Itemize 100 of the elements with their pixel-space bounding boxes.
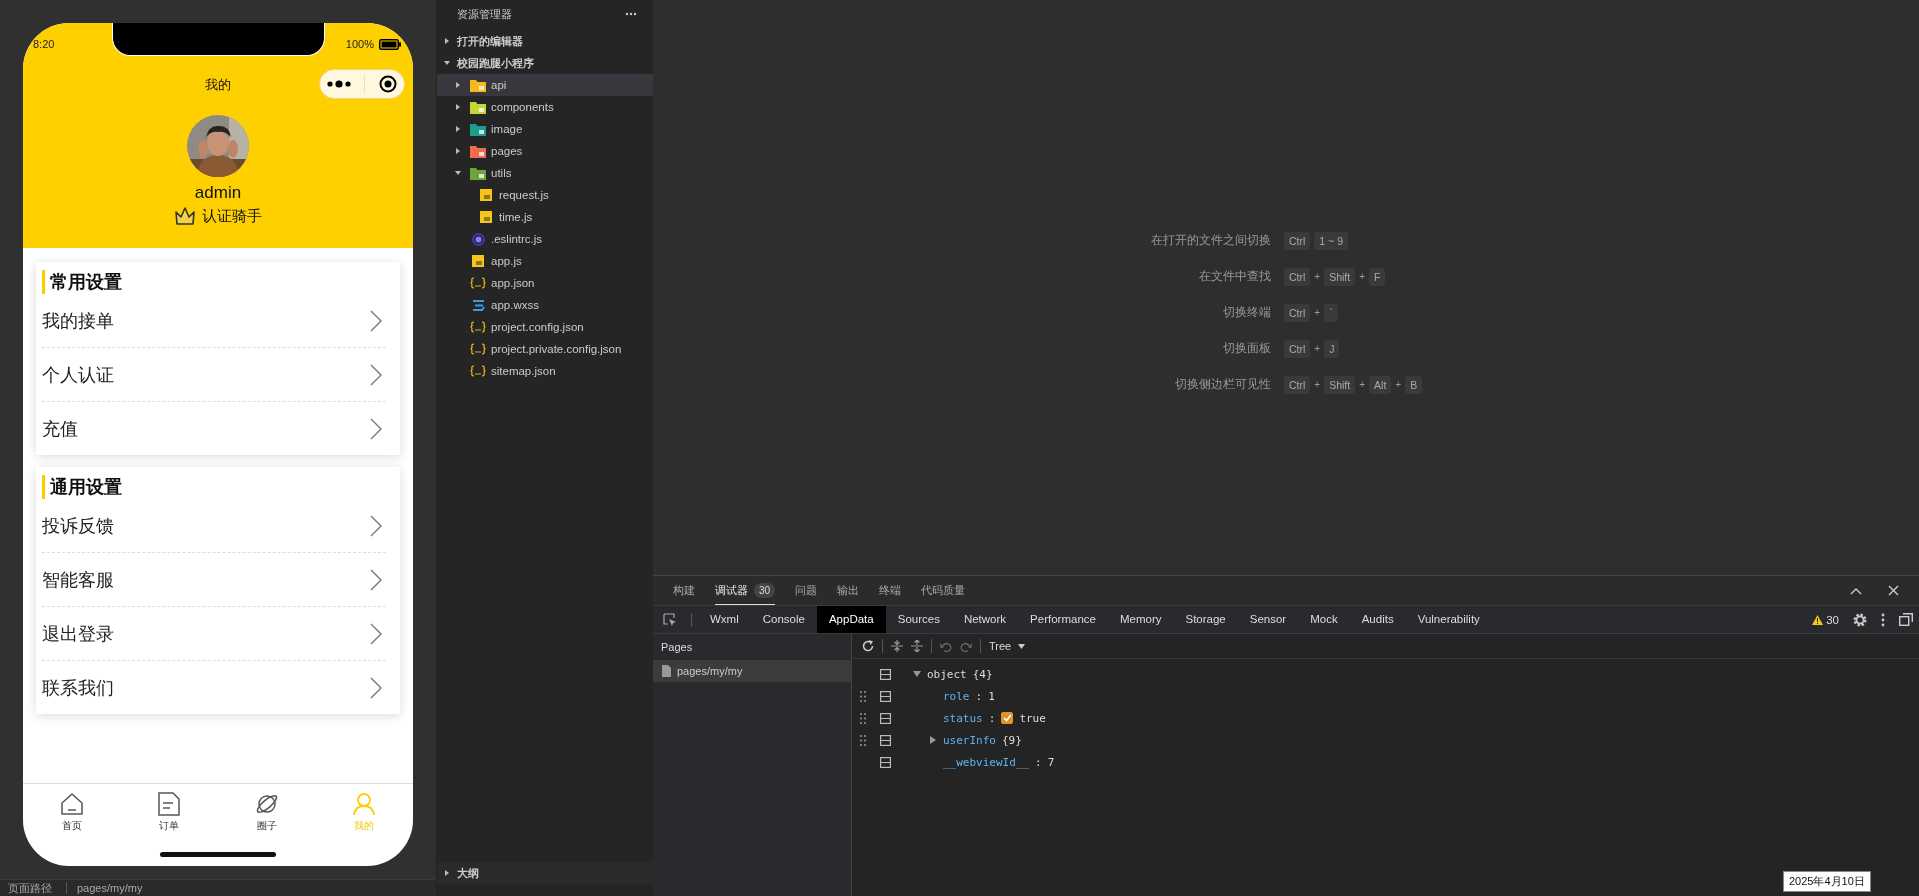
settings-icon[interactable] — [1853, 612, 1867, 627]
kebab-menu-icon[interactable] — [1881, 612, 1885, 627]
devtools-tab[interactable]: Sensor — [1237, 606, 1299, 633]
file-tree-item[interactable]: app.json — [437, 272, 653, 294]
key-cap: Shift — [1324, 267, 1356, 286]
outline-section[interactable]: 大纲 — [437, 862, 653, 884]
file-tree-item[interactable]: request.js — [437, 184, 653, 206]
key-cap: Ctrl — [1284, 303, 1311, 322]
file-tree-item[interactable]: sitemap.json — [437, 360, 653, 382]
caret-right-icon[interactable] — [444, 870, 450, 876]
close-icon[interactable] — [1888, 585, 1899, 596]
chevron-up-icon[interactable] — [1850, 586, 1862, 595]
data-value: {4} — [972, 667, 993, 681]
braces-icon — [470, 277, 486, 289]
caret-right-icon[interactable] — [444, 38, 450, 44]
menu-item[interactable]: 投诉反馈 — [42, 499, 386, 553]
expand-icon[interactable] — [891, 640, 903, 652]
undo-icon[interactable] — [940, 640, 952, 652]
data-key: userInfo — [943, 733, 996, 747]
menu-item[interactable]: 智能客服 — [42, 553, 386, 607]
drag-handle-icon[interactable] — [860, 690, 866, 702]
more-icon[interactable] — [625, 12, 637, 16]
chevron-right-icon — [370, 676, 382, 699]
caret-down-icon[interactable] — [913, 670, 921, 678]
devtools-tab[interactable]: Vulnerability — [1405, 606, 1492, 633]
page-path: pages/my/my — [66, 882, 143, 894]
row-box-icon[interactable] — [880, 668, 891, 680]
menu-item[interactable]: 我的接单 — [42, 294, 386, 348]
chevron-right-icon — [370, 309, 382, 332]
data-value: 7 — [1047, 755, 1055, 769]
devtools-tab[interactable]: Wxml — [698, 606, 751, 633]
caret-right-icon[interactable] — [455, 126, 461, 132]
rider-label: 认证骑手 — [202, 206, 262, 226]
row-box-icon[interactable] — [880, 712, 891, 724]
panel-tab[interactable]: 输出 — [837, 576, 860, 605]
drag-handle-icon[interactable] — [860, 734, 866, 746]
drag-handle-icon[interactable] — [860, 712, 866, 724]
section-title: 常用设置 — [42, 270, 386, 294]
checkbox[interactable] — [1001, 712, 1014, 724]
data-key: object — [927, 667, 967, 681]
file-tree-item[interactable]: project.config.json — [437, 316, 653, 338]
row-box-icon[interactable] — [880, 690, 891, 702]
explorer-section[interactable]: 打开的编辑器 — [437, 30, 653, 52]
file-tree-item[interactable]: api — [437, 74, 653, 96]
file-tree-item[interactable]: utils — [437, 162, 653, 184]
caret-down-icon[interactable] — [455, 170, 461, 176]
row-box-icon[interactable] — [880, 756, 891, 768]
caret-right-icon[interactable] — [455, 148, 461, 154]
devtools-tab[interactable]: Storage — [1173, 606, 1238, 633]
plus-sign: + — [1359, 271, 1366, 282]
refresh-icon[interactable] — [862, 640, 874, 652]
explorer-section[interactable]: 校园跑腿小程序 — [437, 52, 653, 74]
devtools-tab[interactable]: Memory — [1107, 606, 1174, 633]
warning-icon — [1812, 614, 1824, 625]
tab-bar-item[interactable]: 订单 — [120, 784, 218, 840]
caret-down-icon[interactable] — [444, 60, 450, 66]
devtools-tab[interactable]: Performance — [1018, 606, 1108, 633]
devtools-tab[interactable]: Console — [750, 606, 817, 633]
data-key: status — [943, 711, 983, 725]
file-tree-item[interactable]: app.wxss — [437, 294, 653, 316]
file-tree-item[interactable]: project.private.config.json — [437, 338, 653, 360]
caret-right-icon[interactable] — [929, 736, 937, 744]
devtools-tab[interactable]: Sources — [885, 606, 952, 633]
menu-item[interactable]: 个人认证 — [42, 348, 386, 402]
collapse-icon[interactable] — [911, 640, 923, 652]
file-tree-item[interactable]: app.js — [437, 250, 653, 272]
more-icon[interactable] — [326, 79, 351, 89]
warning-count[interactable]: 30 — [1812, 613, 1839, 626]
devtools-tab[interactable]: AppData — [816, 606, 886, 633]
devtools-tab[interactable]: Network — [951, 606, 1019, 633]
devtools-tab[interactable]: Mock — [1298, 606, 1350, 633]
panel-tab[interactable]: 终端 — [879, 576, 902, 605]
dock-icon[interactable] — [1899, 613, 1913, 626]
menu-item[interactable]: 退出登录 — [42, 607, 386, 661]
view-mode-dropdown[interactable]: Tree — [989, 640, 1026, 652]
chevron-right-icon — [370, 417, 382, 440]
tab-bar-item[interactable]: 圈子 — [218, 784, 316, 840]
menu-item[interactable]: 充值 — [42, 402, 386, 455]
file-tree-item[interactable]: components — [437, 96, 653, 118]
close-target-icon[interactable] — [379, 75, 398, 93]
file-tree-item[interactable]: time.js — [437, 206, 653, 228]
row-box-icon[interactable] — [880, 734, 891, 746]
panel-tab[interactable]: 构建 — [673, 576, 695, 605]
panel-tab[interactable]: 问题 — [795, 576, 818, 605]
tab-bar-item[interactable]: 首页 — [23, 784, 121, 840]
file-tree-item[interactable]: image — [437, 118, 653, 140]
devtools-tab[interactable]: Audits — [1349, 606, 1406, 633]
redo-icon[interactable] — [960, 640, 972, 652]
plus-sign: + — [1314, 271, 1321, 282]
panel-tab[interactable]: 代码质量 — [921, 576, 966, 605]
caret-right-icon[interactable] — [455, 104, 461, 110]
caret-right-icon[interactable] — [455, 82, 461, 88]
page-list-item[interactable]: pages/my/my — [653, 660, 851, 682]
file-tree-item[interactable]: pages — [437, 140, 653, 162]
key-cap: J — [1324, 339, 1340, 358]
menu-item[interactable]: 联系我们 — [42, 661, 386, 714]
inspect-icon[interactable] — [663, 612, 677, 627]
key-cap: ` — [1324, 303, 1338, 322]
date-tooltip: 2025年4月10日 — [1783, 871, 1871, 892]
file-tree-item[interactable]: .eslintrc.js — [437, 228, 653, 250]
